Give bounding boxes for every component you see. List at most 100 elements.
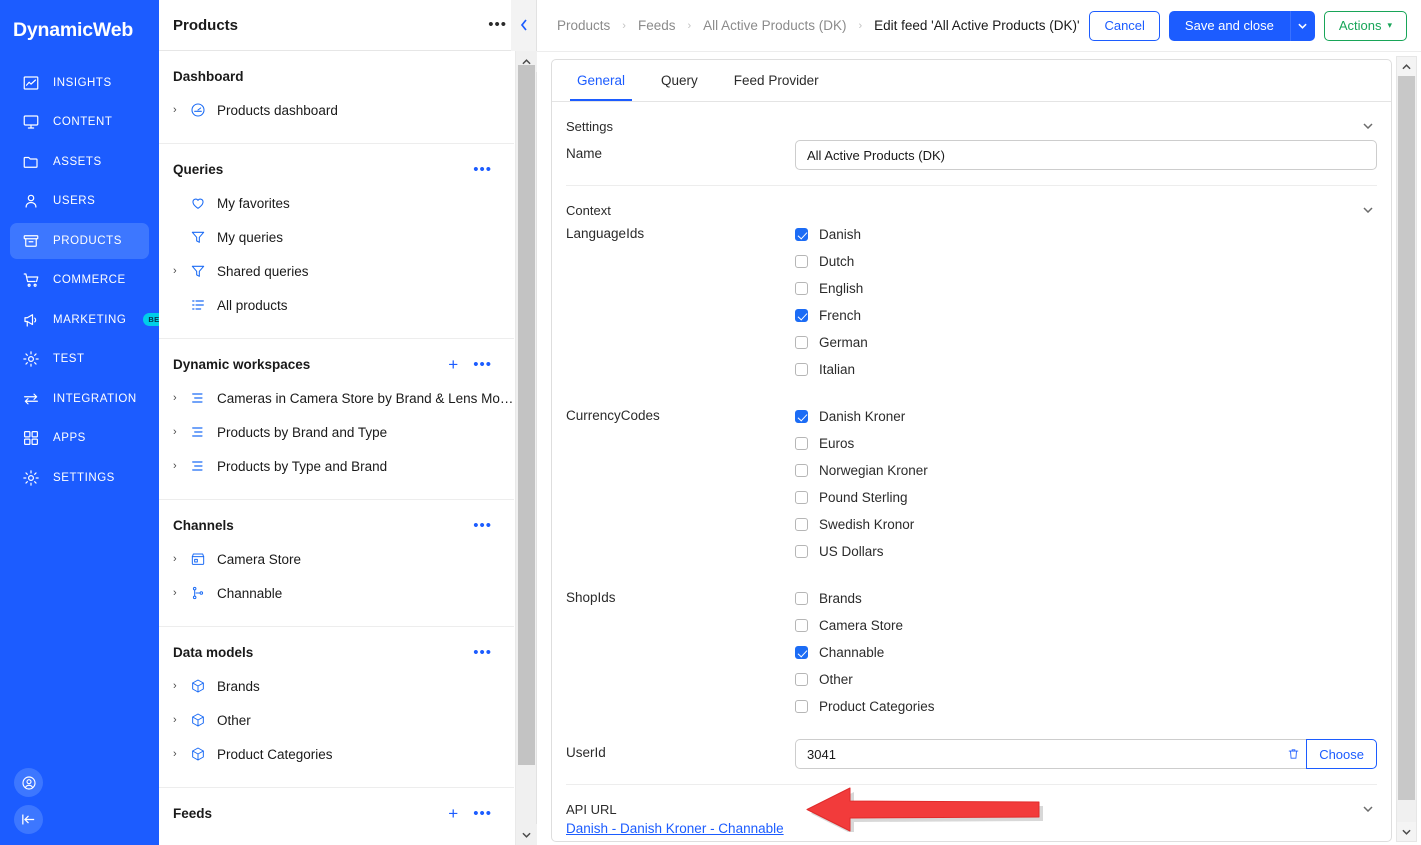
tree-item[interactable]: ›My queries [159, 220, 514, 254]
chevron-right-icon[interactable]: › [173, 587, 188, 599]
checkbox-row[interactable]: Channable [795, 639, 1377, 666]
checkbox[interactable] [795, 282, 808, 295]
collapse-rail-button[interactable] [14, 805, 43, 834]
nav-item-integration[interactable]: INTEGRATION [10, 381, 149, 417]
tree-item[interactable]: › Products by Brand and Type [159, 415, 514, 449]
main-scroll-up-button[interactable] [1397, 57, 1416, 76]
checkbox[interactable] [795, 518, 808, 531]
checkbox-row[interactable]: Danish [795, 221, 1377, 248]
tree-item[interactable]: › Product Categories [159, 737, 514, 771]
tree-item[interactable]: › Cameras in Camera Store by Brand & Lens… [159, 381, 514, 415]
checkbox-row[interactable]: Dutch [795, 248, 1377, 275]
checkbox[interactable] [795, 646, 808, 659]
chevron-right-icon[interactable]: › [173, 714, 188, 726]
group-more-button[interactable]: ••• [469, 357, 496, 372]
nav-item-marketing[interactable]: MARKETINGBETA [10, 302, 175, 338]
panel-more-button[interactable]: ••• [484, 17, 511, 32]
checkbox-row[interactable]: Italian [795, 356, 1377, 383]
tree-item[interactable]: › Products by Type and Brand [159, 449, 514, 483]
nav-item-settings[interactable]: SETTINGS [10, 460, 149, 496]
tree-item[interactable]: › Camera Store [159, 542, 514, 576]
userid-input[interactable] [795, 739, 1282, 769]
choose-button[interactable]: Choose [1306, 739, 1377, 769]
nav-item-apps[interactable]: APPS [10, 420, 149, 456]
api-url-link[interactable]: Danish - Danish Kroner - Channable [566, 821, 784, 836]
chevron-right-icon[interactable]: › [173, 553, 188, 565]
nav-item-commerce[interactable]: COMMERCE [10, 262, 149, 298]
checkbox[interactable] [795, 464, 808, 477]
chevron-down-icon[interactable] [1363, 205, 1377, 216]
panel-scroll-thumb[interactable] [518, 65, 535, 765]
save-and-close-button[interactable]: Save and close [1168, 10, 1290, 41]
main-scrollbar[interactable] [1396, 56, 1417, 842]
chevron-right-icon[interactable]: › [173, 680, 188, 692]
checkbox[interactable] [795, 700, 808, 713]
checkbox[interactable] [795, 410, 808, 423]
nav-item-users[interactable]: USERS [10, 183, 149, 219]
trash-icon[interactable] [1281, 739, 1307, 769]
breadcrumb-link[interactable]: Products [557, 18, 610, 33]
checkbox[interactable] [795, 228, 808, 241]
actions-button[interactable]: Actions ▾ [1323, 10, 1407, 41]
chevron-right-icon[interactable]: › [173, 748, 188, 760]
chevron-right-icon[interactable]: › [173, 460, 188, 472]
breadcrumb-link[interactable]: Feeds [638, 18, 676, 33]
panel-scroll-down-button[interactable] [516, 824, 537, 845]
checkbox[interactable] [795, 437, 808, 450]
checkbox-row[interactable]: US Dollars [795, 538, 1377, 565]
checkbox-row[interactable]: Pound Sterling [795, 484, 1377, 511]
checkbox-row[interactable]: German [795, 329, 1377, 356]
checkbox-row[interactable]: Swedish Kronor [795, 511, 1377, 538]
checkbox-row[interactable]: Product Categories [795, 693, 1377, 720]
tree-item[interactable]: › Other [159, 703, 514, 737]
checkbox[interactable] [795, 336, 808, 349]
chevron-down-icon[interactable] [1363, 804, 1377, 815]
nav-item-content[interactable]: CONTENT [10, 104, 149, 140]
checkbox[interactable] [795, 592, 808, 605]
add-button[interactable]: + [448, 805, 458, 822]
group-more-button[interactable]: ••• [469, 806, 496, 821]
chevron-right-icon[interactable]: › [173, 392, 188, 404]
checkbox[interactable] [795, 673, 808, 686]
checkbox-row[interactable]: Euros [795, 430, 1377, 457]
nav-item-test[interactable]: TEST [10, 341, 149, 377]
chevron-down-icon[interactable] [1363, 121, 1377, 132]
tree-item[interactable]: › Shared queries [159, 254, 514, 288]
account-button[interactable] [14, 768, 43, 797]
checkbox[interactable] [795, 363, 808, 376]
checkbox-row[interactable]: French [795, 302, 1377, 329]
nav-item-assets[interactable]: ASSETS [10, 144, 149, 180]
checkbox[interactable] [795, 491, 808, 504]
tab-feed-provider[interactable]: Feed Provider [727, 73, 826, 101]
checkbox[interactable] [795, 619, 808, 632]
tree-item[interactable]: › Products dashboard [159, 93, 514, 127]
chevron-right-icon[interactable]: › [173, 265, 188, 277]
checkbox-row[interactable]: Camera Store [795, 612, 1377, 639]
tree-item[interactable]: › Brands [159, 669, 514, 703]
checkbox[interactable] [795, 255, 808, 268]
chevron-right-icon[interactable]: › [173, 104, 188, 116]
nav-item-insights[interactable]: INSIGHTS [10, 65, 149, 101]
add-button[interactable]: + [448, 356, 458, 373]
chevron-right-icon[interactable]: › [173, 426, 188, 438]
checkbox-row[interactable]: English [795, 275, 1377, 302]
main-scroll-down-button[interactable] [1397, 822, 1416, 841]
cancel-button[interactable]: Cancel [1089, 10, 1160, 41]
tab-general[interactable]: General [570, 73, 633, 101]
checkbox[interactable] [795, 309, 808, 322]
tree-item[interactable]: › Channable [159, 576, 514, 610]
group-more-button[interactable]: ••• [469, 162, 496, 177]
panel-scrollbar[interactable] [515, 51, 537, 845]
checkbox-row[interactable]: Brands [795, 585, 1377, 612]
tree-item[interactable]: ›My favorites [159, 186, 514, 220]
breadcrumb-link[interactable]: All Active Products (DK) [703, 18, 846, 33]
main-scroll-thumb[interactable] [1398, 76, 1415, 800]
tab-query[interactable]: Query [654, 73, 705, 101]
group-more-button[interactable]: ••• [469, 645, 496, 660]
name-input[interactable] [795, 140, 1377, 170]
nav-item-products[interactable]: PRODUCTS [10, 222, 149, 259]
group-more-button[interactable]: ••• [469, 518, 496, 533]
tree-item[interactable]: ›All products [159, 288, 514, 322]
checkbox-row[interactable]: Other [795, 666, 1377, 693]
checkbox-row[interactable]: Norwegian Kroner [795, 457, 1377, 484]
